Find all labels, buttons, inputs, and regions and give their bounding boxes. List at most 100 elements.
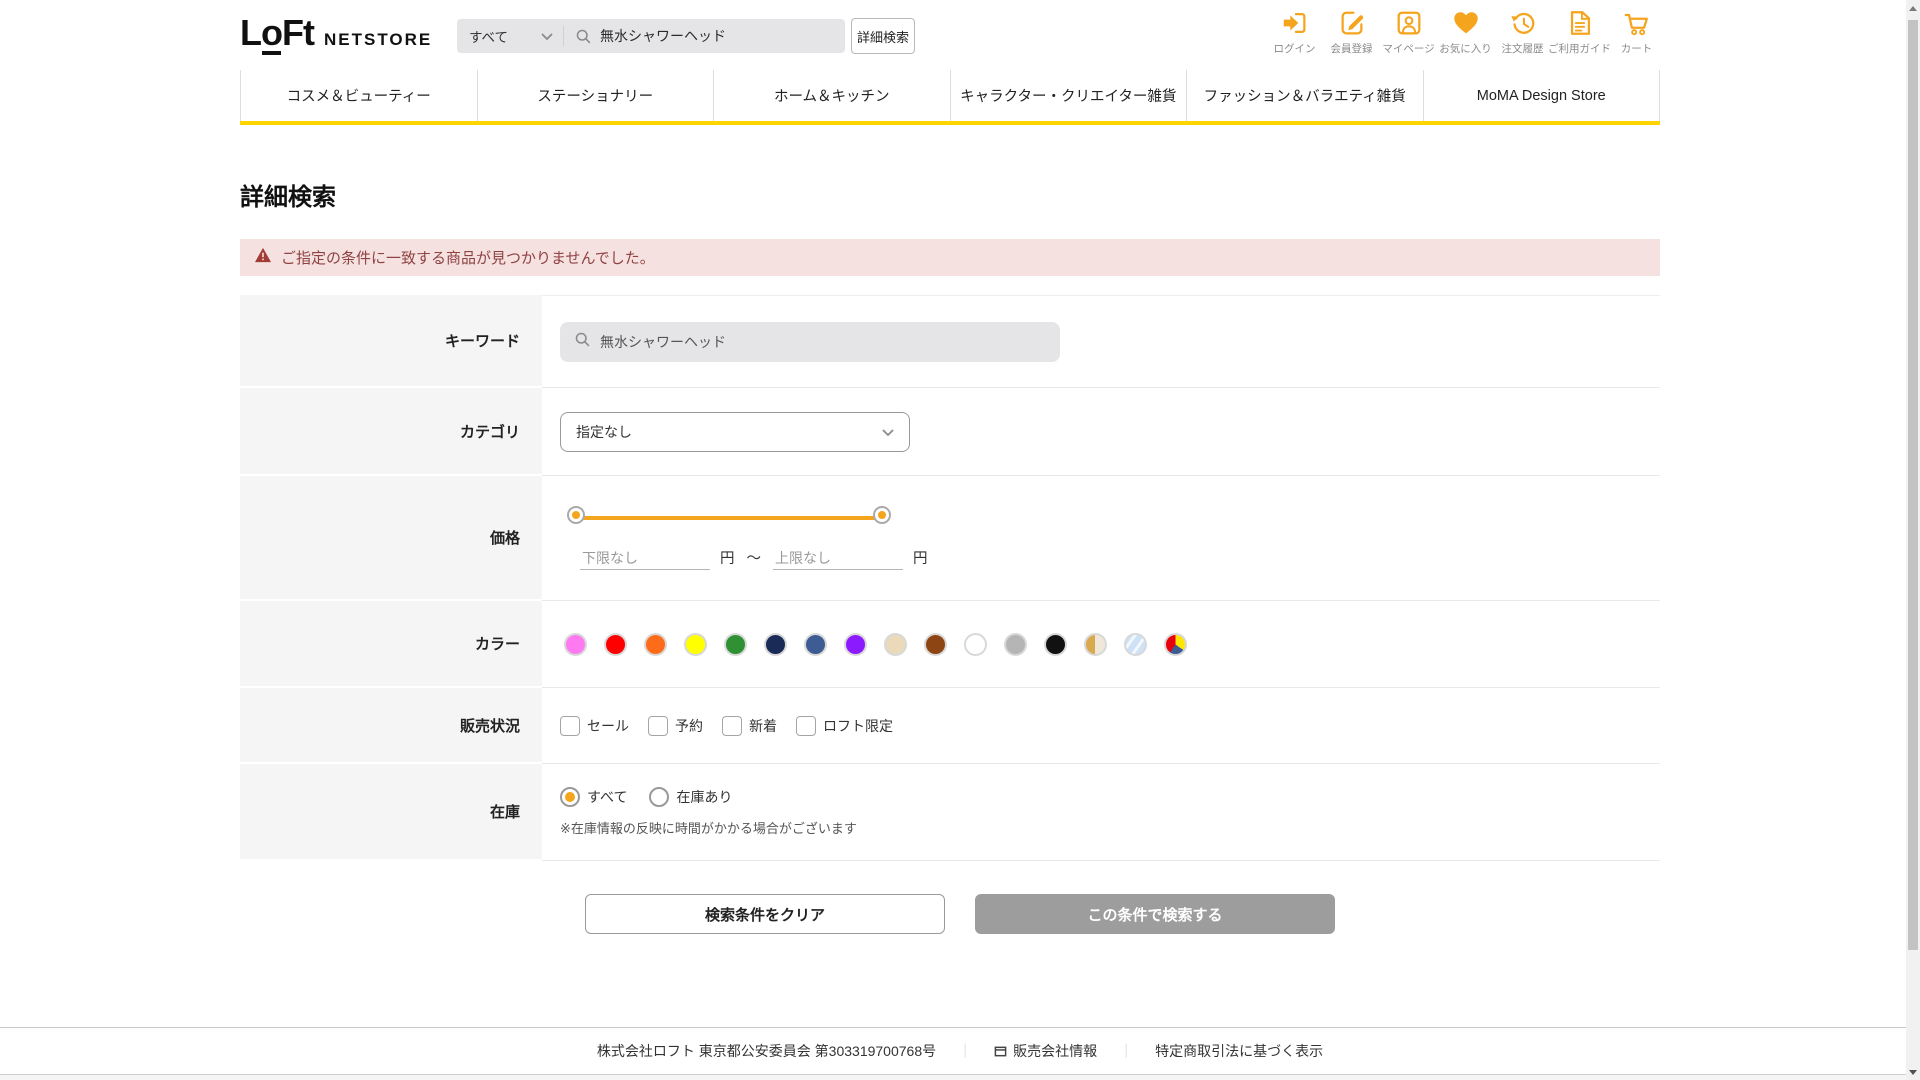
nav-item-cosmetics-beauty[interactable]: コスメ＆ビューティー [240,70,477,121]
color-swatch-orange[interactable] [644,632,667,656]
checkbox-label: 新着 [749,717,777,734]
mypage-icon [1394,8,1424,38]
footer-link-specified-commercial-law[interactable]: 特定商取引法に基づく表示 [1155,1041,1323,1061]
radio-label: すべて [587,789,628,805]
sales-option-loft-only[interactable]: ロフト限定 [796,715,893,736]
color-swatch-beige[interactable] [884,632,907,656]
sales-option-reserve[interactable]: 予約 [648,715,703,736]
price-unit-max: 円 [913,551,928,567]
radio-all[interactable] [560,787,580,807]
slider-handle-max[interactable] [875,508,889,522]
quicklink-register[interactable]: 会員登録 [1323,8,1380,56]
quicklink-favorites[interactable]: お気に入り [1437,8,1494,56]
checkbox-new[interactable] [722,715,742,736]
color-swatch-black[interactable] [1044,632,1067,656]
login-icon [1280,8,1310,38]
color-swatch-clear[interactable] [1124,632,1147,656]
radio-in-stock[interactable] [649,787,670,807]
color-swatch-gold[interactable] [1084,632,1107,656]
quicklink-mypage[interactable]: マイページ [1380,8,1437,56]
color-swatch-purple[interactable] [844,632,867,656]
search-category-select[interactable]: すべて [457,26,563,46]
color-swatch-multicolor[interactable] [1164,632,1187,656]
color-swatch-brown[interactable] [924,632,947,656]
color-swatch-white[interactable] [964,632,987,656]
quicklink-label: お気に入り [1439,43,1492,55]
cart-icon [1622,8,1652,38]
category-label: カテゴリ [240,388,542,476]
nav-item-fashion-variety[interactable]: ファッション＆バラエティ雑貨 [1186,70,1423,121]
price-max-input[interactable] [773,547,903,570]
header-search-input[interactable] [600,28,845,44]
footer-link-seller-info[interactable]: 販売会社情報 [994,1041,1097,1061]
footer-link-label: 特定商取引法に基づく表示 [1155,1043,1324,1059]
main-content: 詳細検索 ご指定の条件に一致する商品が見つかりませんでした。 キーワード カテゴ… [0,125,1920,1027]
quicklink-guide[interactable]: ご利用ガイド [1548,8,1611,56]
checkbox-label: 予約 [675,717,703,734]
price-unit-min: 円 [720,551,735,567]
scrollbar-down-arrow[interactable] [1906,1064,1920,1080]
quick-links: ログイン 会員登録 マイページ お気に入り 注文履歴 ご利用ガイド カート [1266,8,1665,56]
price-range-slider[interactable] [569,506,889,530]
stock-option-all[interactable]: すべて [560,787,627,807]
price-separator: ～ [746,551,762,567]
search-form: キーワード カテゴリ 指定なし 価格 [240,295,1660,861]
quicklink-label: 注文履歴 [1501,43,1544,55]
checkbox-reserve[interactable] [648,715,668,736]
scrollbar-thumb[interactable] [1908,20,1918,950]
slider-track[interactable] [580,516,878,520]
form-row-stock: 在庫 すべて 在庫あり ※在庫情報の反映に時間がかかる場合がございます [240,764,1660,861]
sales-option-sale[interactable]: セール [560,715,629,736]
brand-logo[interactable]: LoFt NETSTORE [240,15,433,55]
quicklink-cart[interactable]: カート [1608,8,1665,56]
form-row-color: カラー [240,601,1660,688]
form-row-keyword: キーワード [240,295,1660,388]
company-registration-text: 株式会社ロフト 東京都公安委員会 第303319700768号 [596,1043,937,1059]
color-swatch-pink[interactable] [564,632,587,656]
logo-netstore: NETSTORE [323,30,433,49]
nav-item-moma-design-store[interactable]: MoMA Design Store [1422,70,1660,121]
quicklink-login[interactable]: ログイン [1266,8,1323,56]
keyword-field [560,321,1060,362]
checkbox-sale[interactable] [560,715,580,736]
quicklink-label: カート [1620,43,1653,55]
history-icon [1508,8,1538,38]
search-with-conditions-button[interactable]: この条件で検索する [975,894,1335,934]
search-category-value: すべて [469,30,509,45]
storefront-icon [994,1045,1007,1058]
quicklink-order-history[interactable]: 注文履歴 [1494,8,1551,56]
checkbox-label: ロフト限定 [823,717,893,734]
scrollbar [1906,0,1920,1080]
keyword-input[interactable] [600,333,1046,350]
scrollbar-up-arrow[interactable] [1906,0,1920,16]
checkbox-loft-only[interactable] [796,715,816,736]
stock-option-in-stock[interactable]: 在庫あり [649,787,732,807]
color-swatch-green[interactable] [724,632,747,656]
color-swatch-yellow[interactable] [684,632,707,656]
category-select[interactable]: 指定なし [560,411,910,452]
color-swatch-blue[interactable] [804,632,827,656]
color-swatch-gray[interactable] [1004,632,1027,656]
heart-icon [1451,8,1481,38]
color-swatch-red[interactable] [604,632,627,656]
sales-option-new[interactable]: 新着 [722,715,777,736]
nav-item-stationery[interactable]: ステーショナリー [476,70,714,121]
nav-item-home-kitchen[interactable]: ホーム＆キッチン [713,70,950,121]
stock-options: すべて 在庫あり [560,787,857,807]
form-row-price: 価格 円 ～ 円 [240,476,1660,601]
footer-link-label: 販売会社情報 [1013,1043,1098,1059]
nav-item-character-creator[interactable]: キャラクター・クリエイター雑貨 [949,70,1187,121]
detail-search-button[interactable]: 詳細検索 [851,18,915,54]
no-results-alert: ご指定の条件に一致する商品が見つかりませんでした。 [240,239,1660,276]
form-row-sales-status: 販売状況 セール 予約 新着 ロフト限定 [240,688,1660,764]
price-min-input[interactable] [580,547,710,570]
clear-conditions-button[interactable]: 検索条件をクリア [585,894,945,934]
color-label: カラー [240,601,542,688]
alert-message: ご指定の条件に一致する商品が見つかりませんでした。 [281,250,655,267]
page-title: 詳細検索 [240,184,336,211]
register-icon [1337,8,1367,38]
footer: 株式会社ロフト 東京都公安委員会 第303319700768号 ｜ 販売会社情報… [0,1027,1920,1074]
stock-label: 在庫 [240,764,542,861]
slider-handle-min[interactable] [569,508,583,522]
color-swatch-navy[interactable] [764,632,787,656]
